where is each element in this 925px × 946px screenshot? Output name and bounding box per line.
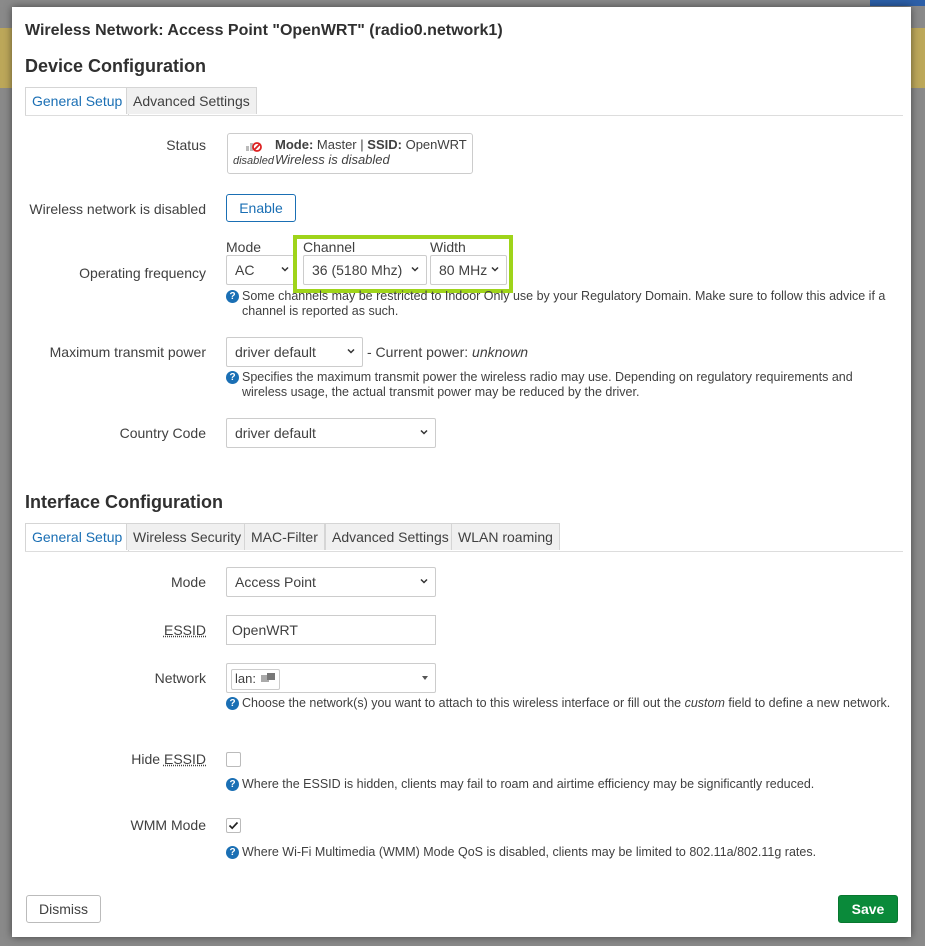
tx-power-select[interactable]: driver default [226,337,363,367]
dropdown-caret-icon [422,676,428,680]
channel-select-value: 36 (5180 Mhz) [312,262,403,278]
chevron-down-icon [420,429,428,435]
interface-config-tabs: General Setup Wireless Security MAC-Filt… [25,523,903,552]
chevron-down-icon [281,266,289,272]
hide-essid-help-text: Where the ESSID is hidden, clients may f… [242,777,815,791]
status-icon-caption: disabled [233,155,274,167]
tx-power-select-value: driver default [235,344,316,360]
mode-caption: Mode [226,239,262,255]
tx-power-help: ? Specifies the maximum transmit power t… [226,370,896,400]
width-select-value: 80 MHz [439,262,488,278]
operating-frequency-help: ? Some channels may be restricted to Ind… [226,289,896,319]
interface-config-heading: Interface Configuration [25,492,224,512]
wmm-mode-help: ? Where Wi-Fi Multimedia (WMM) Mode QoS … [226,845,896,860]
country-code-select[interactable]: driver default [226,418,436,448]
current-power-prefix: - Current power: [367,344,469,360]
tab-advanced-settings[interactable]: Advanced Settings [325,523,456,550]
tab-general-setup[interactable]: General Setup [25,523,130,551]
network-tag: lan: [231,669,280,690]
network-help-prefix: Choose the network(s) you want to attach… [242,696,682,710]
wireless-disabled-label: Wireless network is disabled [29,201,206,217]
chevron-down-icon [347,348,355,354]
network-tag-label: lan: [235,671,256,686]
wmm-mode-help-text: Where Wi-Fi Multimedia (WMM) Mode QoS is… [242,845,817,859]
help-icon: ? [226,778,239,791]
tab-mac-filter[interactable]: MAC-Filter [244,523,325,550]
tx-power-help-text: Specifies the maximum transmit power the… [242,370,853,399]
network-dropdown[interactable]: lan: [226,663,436,693]
country-code-label: Country Code [119,425,206,441]
current-power: - Current power: unknown [367,344,528,360]
if-mode-select[interactable]: Access Point [226,567,436,597]
hide-essid-checkbox[interactable] [226,752,241,767]
channel-caption: Channel [303,239,356,255]
enable-button[interactable]: Enable [226,194,296,222]
operating-frequency-label: Operating frequency [79,265,206,281]
chevron-down-icon [491,266,499,272]
status-state-text: Wireless is disabled [275,152,390,167]
help-icon: ? [226,697,239,710]
wireless-network-modal: Wireless Network: Access Point "OpenWRT"… [12,7,911,937]
status-ssid-value: OpenWRT [405,137,467,152]
status-separator: | [360,137,364,152]
wmm-mode-label: WMM Mode [130,817,206,833]
width-select[interactable]: 80 MHz [430,255,507,285]
mode-select[interactable]: AC [226,255,297,285]
if-mode-label: Mode [170,574,206,590]
backdrop-header-button [870,0,925,6]
status-label: Status [166,137,206,153]
hide-essid-label-abbr: ESSID [163,751,206,767]
help-icon: ? [226,846,239,859]
essid-label: ESSID [163,622,206,638]
checkmark-icon [228,821,239,830]
operating-frequency-help-text: Some channels may be restricted to Indoo… [242,289,886,318]
status-ssid-label: SSID: [367,137,402,152]
chevron-down-icon [411,266,419,272]
network-label: Network [154,670,206,686]
if-mode-select-value: Access Point [235,574,316,590]
channel-select[interactable]: 36 (5180 Mhz) [303,255,427,285]
save-button[interactable]: Save [838,895,898,923]
status-mode-value: Master [316,137,357,152]
country-code-select-value: driver default [235,425,316,441]
essid-input[interactable]: OpenWRT [226,615,436,645]
tab-wireless-security[interactable]: Wireless Security [126,523,249,550]
tab-advanced-settings[interactable]: Advanced Settings [126,87,257,114]
dismiss-button[interactable]: Dismiss [26,895,101,923]
device-config-heading: Device Configuration [25,56,207,76]
current-power-value: unknown [472,344,529,360]
wmm-mode-checkbox[interactable] [226,818,241,833]
network-help-em: custom [684,696,725,710]
device-config-tabs: General Setup Advanced Settings [25,87,903,116]
status-box: disabled Mode: Master | SSID: OpenWRT Wi… [227,133,473,174]
help-icon: ? [226,290,239,303]
network-help: ? Choose the network(s) you want to atta… [226,696,896,711]
tx-power-label: Maximum transmit power [49,344,206,360]
help-icon: ? [226,371,239,384]
tab-general-setup[interactable]: General Setup [25,87,130,115]
network-interface-icon [260,671,276,689]
hide-essid-help: ? Where the ESSID is hidden, clients may… [226,777,896,792]
status-mode-label: Mode: [275,137,314,152]
network-help-suffix: field to define a new network. [728,696,891,710]
tab-wlan-roaming[interactable]: WLAN roaming [451,523,560,550]
wifi-disabled-icon [245,138,263,155]
width-caption: Width [430,239,466,255]
hide-essid-label: Hide ESSID [131,751,206,767]
mode-select-value: AC [235,262,255,278]
hide-essid-label-prefix: Hide [131,751,161,767]
modal-title: Wireless Network: Access Point "OpenWRT"… [25,22,503,39]
status-mode-line: Mode: Master | SSID: OpenWRT [275,137,467,152]
chevron-down-icon [420,578,428,584]
network-help-text: Choose the network(s) you want to attach… [226,696,896,711]
